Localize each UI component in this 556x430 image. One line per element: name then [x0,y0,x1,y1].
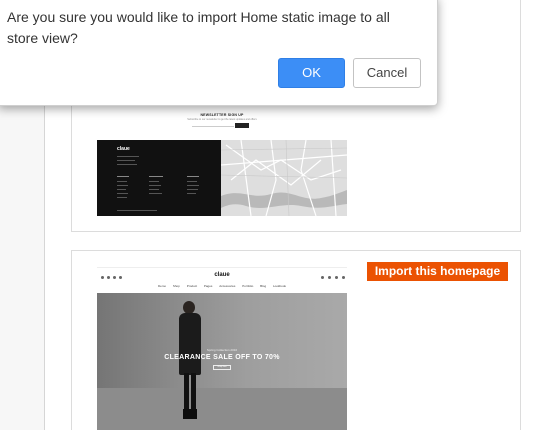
preview-logo: claue [214,272,230,278]
model-leg [184,373,189,413]
preview-footer-text-line [117,185,128,186]
map-graphic [221,140,347,216]
preview-newsletter-text: Subscribe to our newsletter to get the l… [187,118,257,121]
preview-footer-text-line [149,181,159,182]
preview-footer: claue [97,140,221,216]
preview-menu-item: Demo [157,284,166,288]
preview-subscribe-button [235,123,249,128]
homepage-preview-image-2: claue Demo Shop Product Pages Accessorie… [97,263,347,430]
search-icon [321,276,324,279]
confirm-dialog: Are you sure you would like to import Ho… [0,0,438,106]
user-icon [328,276,331,279]
preview-footer-text-line [117,189,126,190]
preview-footer-text-line [117,160,135,161]
preview-footer-text-line [187,181,197,182]
preview-topbar [97,263,347,268]
preview-footer-text-line [187,193,196,194]
preview-header: claue [97,269,347,283]
model-boot [183,409,190,419]
hero-floor [97,388,347,430]
preview-footer-heading [149,176,163,177]
dialog-message: Are you sure you would like to import Ho… [7,9,390,46]
wishlist-icon [335,276,338,279]
preview-newsletter-title: NEWSLETTER SIGN UP [200,113,244,117]
model-coat [179,313,201,375]
preview-hero: Spring Collection 2016 CLEARANCE SALE OF… [97,293,347,430]
preview-menu-item: Shop [172,284,180,288]
preview-footer-text-line [149,189,159,190]
preview-menu-item: Portfolio [242,284,254,288]
hero-title: CLEARANCE SALE OFF TO 70% [164,354,280,361]
import-homepage-button[interactable]: Import this homepage [367,262,508,281]
preview-menu-item: Pages [203,284,213,288]
preview-newsletter: NEWSLETTER SIGN UP Subscribe to our news… [97,110,347,140]
preview-menu: Demo Shop Product Pages Accessories Port… [97,284,347,292]
preview-footer-logo: claue [117,146,130,152]
preview-footer-text-line [187,185,199,186]
model-boot [190,409,197,419]
preview-footer-heading [187,176,199,177]
preview-footer-text-line [117,156,139,157]
preview-map [221,140,347,216]
hero-eyebrow: Spring Collection 2016 [206,348,238,352]
homepage-preview-image-1: NEWSLETTER SIGN UP Subscribe to our news… [97,110,347,216]
preview-footer-text-line [149,193,162,194]
hero-model [173,299,205,425]
cart-icon [342,276,345,279]
ok-button[interactable]: OK [278,58,345,88]
hero-shop-button: Shop Now [213,365,231,370]
preview-footer-text-line [187,189,198,190]
preview-footer-copyright [117,210,157,211]
cancel-button[interactable]: Cancel [353,58,421,88]
model-leg [191,373,196,413]
preview-newsletter-input [192,124,234,127]
preview-menu-item: Product [186,284,198,288]
preview-footer-heading [117,176,129,177]
preview-footer-text-line [117,181,127,182]
preview-footer-text-line [149,185,161,186]
preview-menu-item: Blog [260,284,267,288]
preview-menu-item: Lookbook [272,284,286,288]
preview-menu-item: Accessories [219,284,236,288]
preview-footer-text-line [117,197,127,198]
preview-footer-text-line [117,164,137,165]
preview-footer-text-line [117,193,128,194]
